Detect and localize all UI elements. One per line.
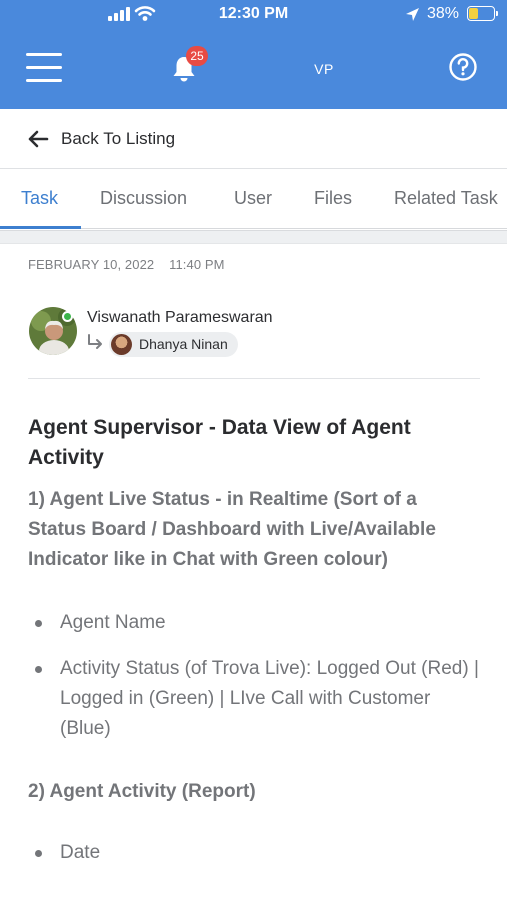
post-timestamp: FEBRUARY 10, 2022 11:40 PM [28, 257, 225, 272]
assignee-name: Dhanya Ninan [139, 336, 228, 352]
post-time: 11:40 PM [169, 257, 225, 272]
menu-button[interactable] [26, 53, 62, 83]
section-divider [0, 230, 507, 244]
section-1-list: Agent Name Activity Status (of Trova Liv… [28, 608, 480, 744]
online-status-icon [62, 311, 73, 322]
back-to-listing-link[interactable]: Back To Listing [0, 109, 507, 169]
section-2-list: Date [28, 838, 480, 868]
location-arrow-icon [406, 8, 419, 21]
post-date: FEBRUARY 10, 2022 [28, 257, 155, 272]
battery-icon [467, 6, 498, 21]
author-name[interactable]: Viswanath Parameswaran [87, 309, 273, 327]
tab-bar: Task Discussion User Files Related Task [0, 169, 507, 229]
battery-percent: 38% [427, 5, 460, 22]
tab-task[interactable]: Task [21, 169, 58, 229]
section-heading-1: 1) Agent Live Status - in Realtime (Sort… [28, 489, 436, 570]
section-heading-2: 2) Agent Activity (Report) [28, 781, 256, 802]
help-icon[interactable] [448, 52, 478, 82]
notification-badge[interactable]: 25 [186, 46, 208, 66]
tab-discussion[interactable]: Discussion [100, 169, 187, 229]
divider-line [28, 378, 480, 379]
list-item: Date [28, 838, 480, 868]
tab-files[interactable]: Files [314, 169, 352, 229]
assignee-avatar [111, 334, 132, 355]
status-bar: 12:30 PM 38% [0, 0, 507, 30]
post-body: Agent Supervisor - Data View of Agent Ac… [28, 413, 480, 884]
list-item: Activity Status (of Trova Live): Logged … [28, 654, 480, 744]
back-label: Back To Listing [61, 128, 176, 148]
app-header: 12:30 PM 38% 25 VP [0, 0, 507, 109]
active-tab-indicator [0, 226, 81, 229]
assignee-chip[interactable]: Dhanya Ninan [109, 332, 238, 357]
tab-user[interactable]: User [234, 169, 272, 229]
list-item: Agent Name [28, 608, 480, 638]
post-title: Agent Supervisor - Data View of Agent Ac… [28, 416, 411, 469]
arrow-left-icon [28, 130, 49, 147]
user-initials[interactable]: VP [300, 61, 348, 77]
tab-related-task[interactable]: Related Task [394, 169, 498, 229]
reply-arrow-icon [88, 334, 102, 349]
